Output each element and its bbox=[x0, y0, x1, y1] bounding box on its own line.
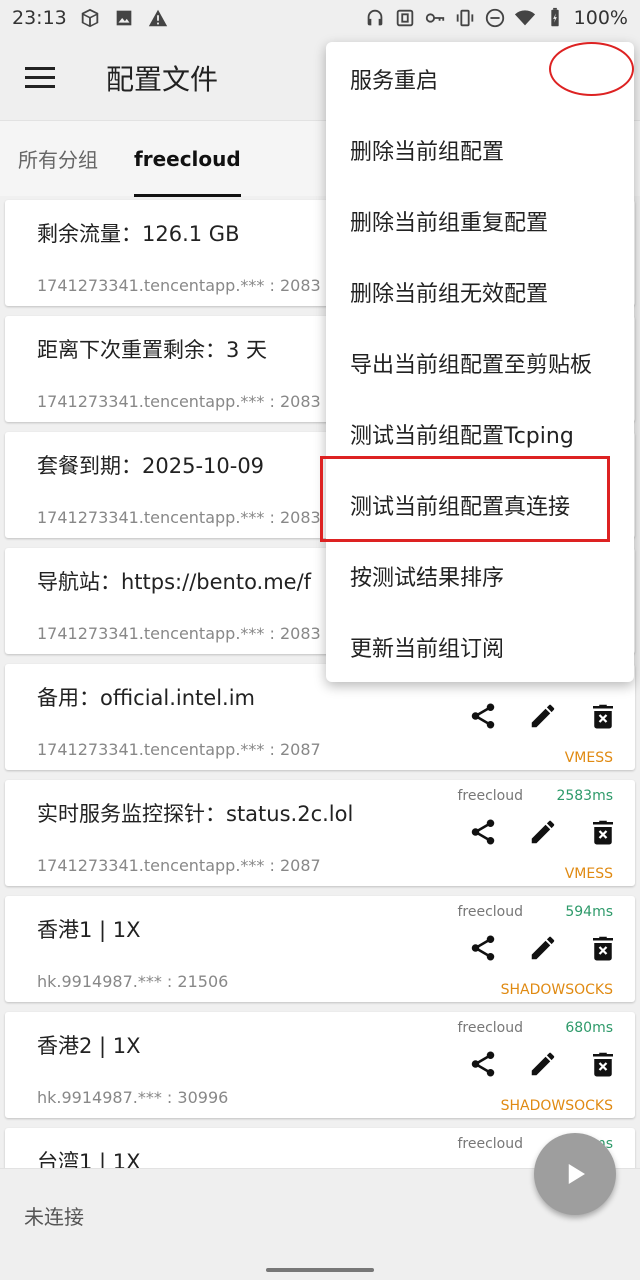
package-icon bbox=[79, 7, 101, 29]
share-button[interactable] bbox=[467, 932, 499, 964]
annotation-highlight-box bbox=[320, 456, 610, 542]
status-time: 23:13 bbox=[12, 7, 67, 29]
menu-item-delete-invalid-configs[interactable]: 删除当前组无效配置 bbox=[326, 257, 634, 327]
server-title: 备用：official.intel.im bbox=[37, 686, 256, 710]
server-card[interactable]: 实时服务监控探针：status.2c.lol 1741273341.tencen… bbox=[5, 780, 635, 886]
trash-icon bbox=[593, 820, 613, 845]
edit-button[interactable] bbox=[527, 816, 559, 848]
connection-status: 未连接 bbox=[24, 1205, 84, 1229]
delete-button[interactable] bbox=[587, 1048, 619, 1080]
server-title: 距离下次重置剩余：3 天 bbox=[37, 338, 268, 362]
dnd-icon bbox=[484, 7, 506, 29]
server-address: 1741273341.tencentapp.*** : 2083 bbox=[37, 392, 321, 411]
server-title: 剩余流量：126.1 GB bbox=[37, 222, 240, 246]
menu-item-sort-by-result[interactable]: 按测试结果排序 bbox=[326, 541, 634, 611]
warning-icon bbox=[147, 7, 169, 29]
pencil-icon bbox=[531, 1052, 555, 1076]
hamburger-menu-button[interactable] bbox=[0, 36, 80, 120]
edit-button[interactable] bbox=[527, 1048, 559, 1080]
overflow-menu: 服务重启 删除当前组配置 删除当前组重复配置 删除当前组无效配置 导出当前组配置… bbox=[326, 42, 634, 682]
protocol-badge: SHADOWSOCKS bbox=[500, 982, 613, 998]
delete-button[interactable] bbox=[587, 700, 619, 732]
hamburger-icon bbox=[25, 67, 55, 88]
server-card[interactable]: 香港2 | 1X hk.9914987.*** : 30996 freeclou… bbox=[5, 1012, 635, 1118]
server-address: 1741273341.tencentapp.*** : 2083 bbox=[37, 276, 321, 295]
status-bar: 23:13 100% bbox=[0, 0, 640, 36]
server-group: freecloud bbox=[457, 904, 523, 920]
share-button[interactable] bbox=[467, 700, 499, 732]
menu-item-update-subscription[interactable]: 更新当前组订阅 bbox=[326, 612, 634, 682]
share-icon bbox=[471, 703, 495, 729]
server-title: 实时服务监控探针：status.2c.lol bbox=[37, 802, 354, 826]
server-group: freecloud bbox=[457, 1020, 523, 1036]
server-address: 1741273341.tencentapp.*** : 2083 bbox=[37, 508, 321, 527]
server-title: 台湾1 | 1X bbox=[37, 1150, 141, 1168]
server-address: hk.9914987.*** : 30996 bbox=[37, 1088, 229, 1107]
image-icon bbox=[113, 7, 135, 29]
pencil-icon bbox=[531, 936, 555, 960]
server-actions bbox=[467, 816, 619, 848]
share-button[interactable] bbox=[467, 1048, 499, 1080]
share-button[interactable] bbox=[467, 816, 499, 848]
menu-item-delete-group-configs[interactable]: 删除当前组配置 bbox=[326, 115, 634, 185]
play-icon bbox=[568, 1164, 585, 1184]
tab-all-groups[interactable]: 所有分组 bbox=[0, 121, 116, 197]
server-group: freecloud bbox=[457, 788, 523, 804]
protocol-badge: SHADOWSOCKS bbox=[500, 1098, 613, 1114]
server-title: 导航站：https://bento.me/f bbox=[37, 570, 312, 594]
server-title: 香港2 | 1X bbox=[37, 1034, 141, 1058]
server-address: hk.9914987.*** : 21506 bbox=[37, 972, 229, 991]
pencil-icon bbox=[531, 704, 555, 728]
wifi-icon bbox=[514, 7, 536, 29]
trash-icon bbox=[593, 704, 613, 729]
server-address: 1741273341.tencentapp.*** : 2087 bbox=[37, 856, 321, 875]
edit-button[interactable] bbox=[527, 700, 559, 732]
server-delay: 594ms bbox=[565, 904, 613, 920]
server-actions bbox=[467, 700, 619, 732]
start-vpn-button[interactable] bbox=[534, 1133, 616, 1215]
server-actions bbox=[467, 1048, 619, 1080]
battery-icon bbox=[544, 7, 566, 29]
trash-icon bbox=[593, 1052, 613, 1077]
server-title: 香港1 | 1X bbox=[37, 918, 141, 942]
share-icon bbox=[471, 935, 495, 961]
menu-item-delete-duplicate-configs[interactable]: 删除当前组重复配置 bbox=[326, 186, 634, 256]
server-delay: 2583ms bbox=[556, 788, 613, 804]
server-title: 套餐到期：2025-10-09 bbox=[37, 454, 265, 478]
server-delay: 680ms bbox=[565, 1020, 613, 1036]
server-card[interactable]: 香港1 | 1X hk.9914987.*** : 21506 freeclou… bbox=[5, 896, 635, 1002]
share-icon bbox=[471, 819, 495, 845]
page-title: 配置文件 bbox=[106, 63, 219, 96]
edit-button[interactable] bbox=[527, 932, 559, 964]
trash-icon bbox=[593, 936, 613, 961]
protocol-badge: VMESS bbox=[564, 750, 613, 766]
annotation-circle bbox=[549, 42, 634, 96]
delete-button[interactable] bbox=[587, 816, 619, 848]
headset-icon bbox=[364, 7, 386, 29]
server-group: freecloud bbox=[457, 1136, 523, 1152]
delete-button[interactable] bbox=[587, 932, 619, 964]
gesture-nav-handle[interactable] bbox=[266, 1268, 374, 1272]
protocol-badge: VMESS bbox=[564, 866, 613, 882]
share-icon bbox=[471, 1051, 495, 1077]
menu-item-export-to-clipboard[interactable]: 导出当前组配置至剪贴板 bbox=[326, 328, 634, 398]
pencil-icon bbox=[531, 820, 555, 844]
server-address: 1741273341.tencentapp.*** : 2087 bbox=[37, 740, 321, 759]
nfc-icon bbox=[394, 7, 416, 29]
battery-percent: 100% bbox=[573, 7, 628, 29]
vibrate-icon bbox=[454, 7, 476, 29]
key-icon bbox=[424, 7, 446, 29]
server-address: 1741273341.tencentapp.*** : 2083 bbox=[37, 624, 321, 643]
server-actions bbox=[467, 932, 619, 964]
tab-freecloud[interactable]: freecloud bbox=[116, 121, 259, 197]
